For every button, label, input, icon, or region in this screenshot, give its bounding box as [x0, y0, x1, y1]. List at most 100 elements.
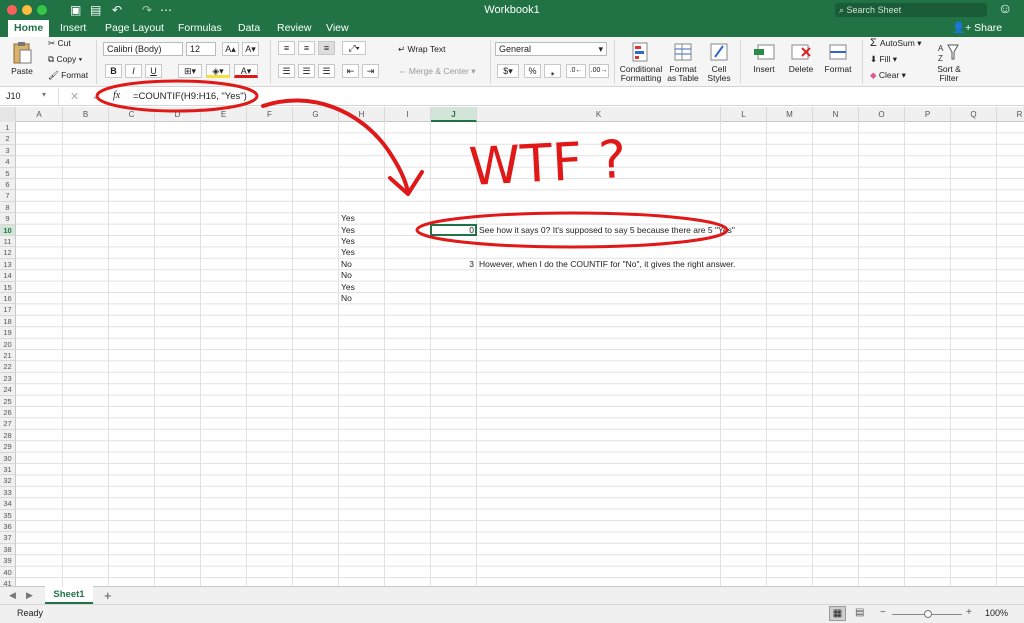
- row-header-40[interactable]: 40: [0, 566, 16, 578]
- paste-button[interactable]: Paste: [8, 41, 36, 76]
- row-header-28[interactable]: 28: [0, 429, 16, 442]
- align-right-button[interactable]: ☰: [318, 64, 335, 78]
- row-header-20[interactable]: 20: [0, 338, 16, 350]
- tab-insert[interactable]: Insert: [54, 20, 92, 37]
- align-center-button[interactable]: ☰: [298, 64, 315, 78]
- row-header-8[interactable]: 8: [0, 201, 16, 214]
- column-header-g[interactable]: G: [293, 107, 339, 122]
- row-header-34[interactable]: 34: [0, 498, 16, 510]
- select-all-corner[interactable]: [0, 107, 16, 122]
- column-header-i[interactable]: I: [385, 107, 431, 122]
- insert-function-button[interactable]: fx: [113, 90, 120, 101]
- row-header-24[interactable]: 24: [0, 384, 16, 396]
- comma-style-button[interactable]: ❟: [544, 64, 561, 78]
- align-bottom-button[interactable]: ≡: [318, 41, 335, 55]
- row-header-36[interactable]: 36: [0, 521, 16, 533]
- row-header-41[interactable]: 41: [0, 578, 16, 586]
- delete-cells-button[interactable]: Delete: [785, 41, 817, 74]
- row-header-4[interactable]: 4: [0, 156, 16, 168]
- fill-button[interactable]: ⬇ Fill ▾: [870, 55, 897, 64]
- row-header-16[interactable]: 16: [0, 293, 16, 305]
- row-header-14[interactable]: 14: [0, 270, 16, 282]
- tab-formulas[interactable]: Formulas: [172, 20, 228, 37]
- row-header-23[interactable]: 23: [0, 372, 16, 385]
- decrease-font-size-button[interactable]: A▾: [242, 42, 259, 56]
- enter-check-icon[interactable]: ✓: [92, 90, 101, 103]
- smiley-feedback-icon[interactable]: ☺: [998, 1, 1012, 15]
- spreadsheet-grid[interactable]: ABCDEFGHIJKLMNOPQR 1 2 3 4 5 6 7 8 9 10 11 12 13 14 15…: [0, 107, 1024, 586]
- cell-h15[interactable]: Yes: [341, 282, 355, 293]
- column-header-b[interactable]: B: [63, 107, 109, 122]
- increase-font-size-button[interactable]: A▴: [222, 42, 239, 56]
- align-left-button[interactable]: ☰: [278, 64, 295, 78]
- column-header-p[interactable]: P: [905, 107, 951, 122]
- column-header-e[interactable]: E: [201, 107, 247, 122]
- increase-indent-button[interactable]: ⇥: [362, 64, 379, 78]
- cell-k13[interactable]: However, when I do the COUNTIF for "No",…: [479, 259, 735, 270]
- next-sheet-icon[interactable]: ▶: [26, 590, 33, 601]
- row-header-37[interactable]: 37: [0, 532, 16, 544]
- row-header-21[interactable]: 21: [0, 350, 16, 362]
- format-as-table-button[interactable]: Format as Table: [665, 41, 701, 83]
- row-header-30[interactable]: 30: [0, 452, 16, 464]
- tab-data[interactable]: Data: [232, 20, 266, 37]
- row-header-29[interactable]: 29: [0, 441, 16, 453]
- tab-view[interactable]: View: [320, 20, 355, 37]
- cancel-icon[interactable]: ✕: [70, 90, 79, 103]
- row-header-15[interactable]: 15: [0, 281, 16, 293]
- row-header-12[interactable]: 12: [0, 247, 16, 259]
- fill-color-button[interactable]: ◈▾: [206, 64, 230, 78]
- zoom-slider-thumb[interactable]: [924, 610, 932, 618]
- tab-home[interactable]: Home: [8, 20, 50, 38]
- cell-h16[interactable]: No: [341, 293, 352, 304]
- search-sheet-input[interactable]: ⌕ Search Sheet: [835, 3, 987, 17]
- number-format-select[interactable]: General ▾: [495, 42, 607, 56]
- font-color-button[interactable]: A▾: [234, 64, 258, 78]
- row-header-11[interactable]: 11: [0, 236, 16, 248]
- cell-h14[interactable]: No: [341, 270, 352, 281]
- cell-k10[interactable]: See how it says 0? It's supposed to say …: [479, 225, 735, 236]
- zoom-out-icon[interactable]: −: [880, 607, 886, 618]
- row-header-9[interactable]: 9: [0, 213, 16, 225]
- column-header-a[interactable]: A: [16, 107, 63, 122]
- column-header-q[interactable]: Q: [951, 107, 997, 122]
- column-header-l[interactable]: L: [721, 107, 767, 122]
- row-header-7[interactable]: 7: [0, 190, 16, 202]
- row-header-35[interactable]: 35: [0, 509, 16, 521]
- row-header-33[interactable]: 33: [0, 486, 16, 499]
- format-painter-button[interactable]: 🖌 Format: [48, 71, 88, 80]
- align-middle-button[interactable]: ≡: [298, 41, 315, 55]
- cell-h10[interactable]: Yes: [341, 225, 355, 236]
- row-header-1[interactable]: 1: [0, 122, 16, 134]
- column-header-h[interactable]: H: [339, 107, 385, 122]
- currency-format-button[interactable]: $▾: [497, 64, 519, 78]
- column-header-m[interactable]: M: [767, 107, 813, 122]
- align-top-button[interactable]: ≡: [278, 41, 295, 55]
- row-header-5[interactable]: 5: [0, 167, 16, 179]
- cell-styles-button[interactable]: Cell Styles: [703, 41, 735, 83]
- tab-review[interactable]: Review: [271, 20, 317, 37]
- row-header-10[interactable]: 10: [0, 224, 16, 236]
- column-header-c[interactable]: C: [109, 107, 155, 122]
- wrap-text-button[interactable]: ↵ Wrap Text: [398, 45, 445, 54]
- row-header-25[interactable]: 25: [0, 395, 16, 407]
- row-header-27[interactable]: 27: [0, 418, 16, 430]
- sort-filter-button[interactable]: AZ Sort & Filter: [933, 41, 965, 83]
- italic-button[interactable]: I: [125, 64, 142, 78]
- share-button[interactable]: 👤+ Share: [952, 21, 1002, 36]
- row-header-18[interactable]: 18: [0, 315, 16, 328]
- merge-center-button[interactable]: ⇔ Merge & Center ▾: [398, 67, 476, 76]
- clear-button[interactable]: ◆ Clear ▾: [870, 71, 906, 80]
- row-header-26[interactable]: 26: [0, 407, 16, 419]
- row-header-38[interactable]: 38: [0, 543, 16, 556]
- cell-h12[interactable]: Yes: [341, 247, 355, 258]
- column-header-d[interactable]: D: [155, 107, 201, 122]
- cut-button[interactable]: ✂ Cut: [48, 39, 71, 48]
- column-header-n[interactable]: N: [813, 107, 859, 122]
- cell-h11[interactable]: Yes: [341, 236, 355, 247]
- chevron-down-icon[interactable]: ▾: [42, 90, 46, 99]
- row-header-6[interactable]: 6: [0, 179, 16, 191]
- column-header-f[interactable]: F: [247, 107, 293, 122]
- format-cells-button[interactable]: Format: [822, 41, 854, 74]
- orientation-button[interactable]: ⤢▾: [342, 41, 366, 55]
